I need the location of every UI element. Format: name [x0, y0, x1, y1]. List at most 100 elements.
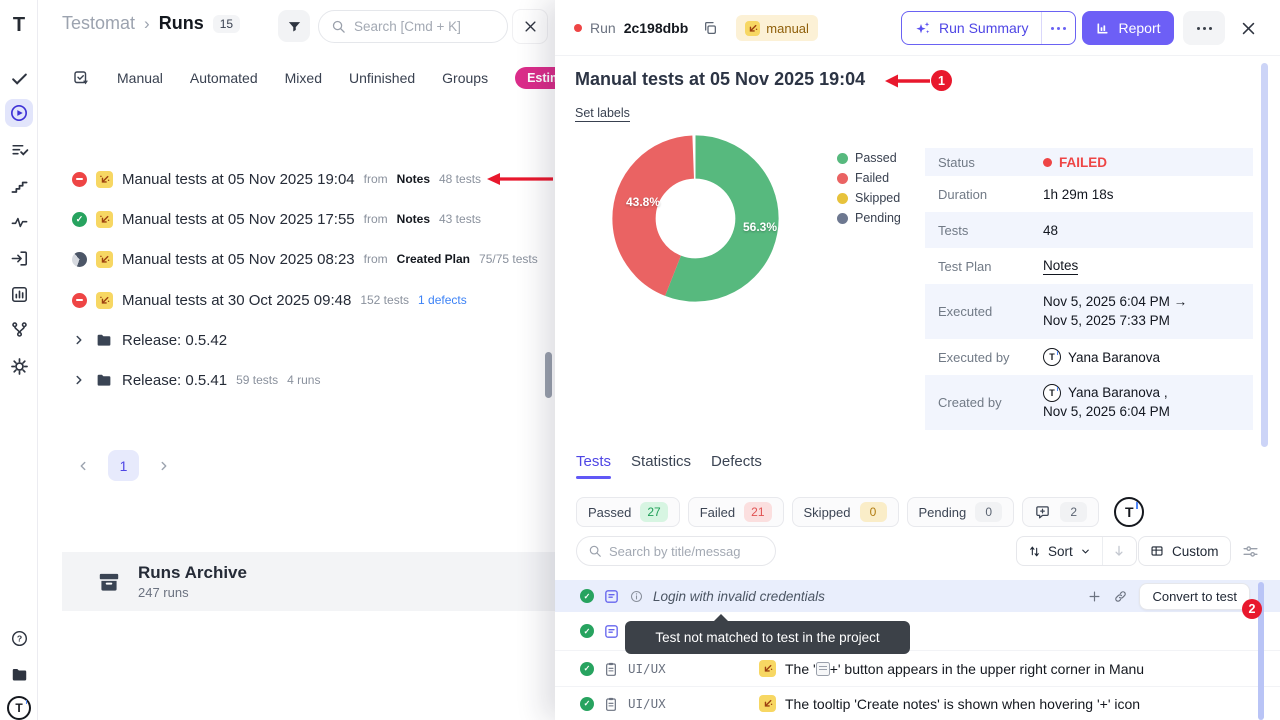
milestones-icon[interactable] — [5, 172, 33, 200]
tab-mixed[interactable]: Mixed — [285, 70, 322, 86]
app-logo[interactable]: T — [5, 11, 33, 39]
tab-automated[interactable]: Automated — [190, 70, 258, 86]
tests-search[interactable] — [576, 536, 776, 566]
analytics-icon[interactable] — [5, 280, 33, 308]
run-label-badge[interactable]: manual — [736, 15, 818, 41]
folder-title[interactable]: Release: 0.5.41 — [122, 372, 227, 389]
run-summary-button[interactable]: Run Summary — [901, 11, 1076, 45]
settings-icon[interactable] — [5, 352, 33, 380]
chevron-right-icon[interactable] — [72, 373, 86, 387]
run-label: Run — [590, 20, 616, 36]
run-title[interactable]: Manual tests at 05 Nov 2025 17:55 — [122, 211, 355, 228]
passed-check-icon: ✓ — [580, 624, 594, 638]
archive-count: 247 runs — [138, 585, 247, 600]
info-row-testplan: Test PlanNotes — [925, 248, 1253, 284]
test-row[interactable]: ✓ UI/UX The '+' button appears in the up… — [555, 650, 1280, 686]
note-icon — [603, 623, 620, 640]
select-runs-icon[interactable] — [72, 69, 90, 87]
breadcrumb-app[interactable]: Testomat — [62, 13, 135, 34]
checks-icon[interactable] — [5, 64, 33, 92]
docs-icon[interactable] — [5, 660, 33, 688]
test-plan-link[interactable]: Notes — [1043, 258, 1078, 275]
in-progress-status-icon — [72, 252, 87, 267]
test-tag: UI/UX — [628, 696, 704, 711]
tab-groups[interactable]: Groups — [442, 70, 488, 86]
copy-icon[interactable] — [702, 20, 718, 36]
annotation-badge-1: 1 — [931, 70, 952, 91]
report-button[interactable]: Report — [1082, 11, 1174, 45]
test-title[interactable]: Login with invalid credentials — [653, 589, 825, 604]
prev-page-button[interactable] — [76, 459, 90, 473]
page-number[interactable]: 1 — [108, 450, 139, 481]
chevron-right-icon[interactable] — [72, 333, 86, 347]
search-icon — [331, 19, 346, 34]
test-plans-icon[interactable] — [5, 136, 33, 164]
convert-to-test-button[interactable]: Convert to test — [1139, 583, 1250, 610]
passed-status-icon: ✓ — [72, 212, 87, 227]
filter-button[interactable] — [278, 10, 310, 42]
tab-statistics[interactable]: Statistics — [631, 453, 691, 479]
run-from-label: from — [364, 212, 388, 226]
pending-count: 0 — [975, 502, 1002, 522]
failed-status-icon — [72, 293, 87, 308]
run-defects-link[interactable]: 1 defects — [418, 293, 467, 307]
chart-legend: Passed Failed Skipped Pending — [837, 151, 901, 225]
test-title[interactable]: The '+' button appears in the upper righ… — [785, 661, 1144, 677]
display-settings-button[interactable] — [1235, 536, 1265, 566]
runs-search[interactable] — [318, 10, 508, 43]
tests-search-input[interactable] — [609, 544, 759, 559]
set-labels-link[interactable]: Set labels — [575, 106, 630, 122]
folder-icon — [95, 371, 113, 389]
run-status-dot — [574, 24, 582, 32]
chip-skipped[interactable]: Skipped0 — [792, 497, 899, 527]
activity-icon[interactable] — [5, 208, 33, 236]
custom-view-button[interactable]: Custom — [1138, 536, 1231, 566]
tab-tests[interactable]: Tests — [576, 453, 611, 479]
close-panel-button[interactable] — [1233, 13, 1263, 43]
assignee-avatar[interactable]: T — [1114, 497, 1144, 527]
info-icon[interactable] — [629, 589, 644, 604]
legend-passed: Passed — [837, 151, 901, 165]
chip-pending[interactable]: Pending0 — [907, 497, 1015, 527]
manual-run-icon — [759, 660, 776, 677]
close-icon — [523, 19, 538, 34]
close-search-button[interactable] — [512, 9, 548, 44]
passed-check-icon: ✓ — [580, 589, 594, 603]
failed-status-icon — [72, 172, 87, 187]
archive-title: Runs Archive — [138, 563, 247, 583]
branch-icon[interactable] — [5, 315, 33, 343]
sort-direction-button[interactable] — [1102, 537, 1136, 565]
more-actions-button[interactable] — [1183, 11, 1225, 45]
passed-check-icon: ✓ — [580, 697, 594, 711]
status-value: FAILED — [1059, 155, 1107, 170]
chip-comments[interactable]: 2 — [1022, 497, 1099, 527]
import-icon[interactable] — [5, 244, 33, 272]
tab-manual[interactable]: Manual — [117, 70, 163, 86]
account-avatar[interactable]: T — [5, 694, 33, 720]
pagination: 1 — [76, 450, 171, 481]
run-summary-menu-button[interactable] — [1041, 12, 1075, 44]
folder-title[interactable]: Release: 0.5.42 — [122, 332, 227, 349]
runs-icon[interactable] — [5, 99, 33, 127]
tab-unfinished[interactable]: Unfinished — [349, 70, 415, 86]
run-title[interactable]: Manual tests at 30 Oct 2025 09:48 — [122, 292, 351, 309]
tab-defects[interactable]: Defects — [711, 453, 762, 479]
runs-search-input[interactable] — [354, 19, 484, 34]
add-icon[interactable] — [1087, 589, 1102, 604]
run-title[interactable]: Manual tests at 05 Nov 2025 08:23 — [122, 251, 355, 268]
next-page-button[interactable] — [157, 459, 171, 473]
donut-passed-label: 56.3% — [732, 220, 788, 234]
test-row[interactable]: ✓ Login with invalid credentials Convert… — [555, 580, 1280, 612]
test-title[interactable]: The tooltip 'Create notes' is shown when… — [785, 696, 1140, 712]
left-panel-scrollbar[interactable] — [545, 352, 552, 398]
help-icon[interactable]: ? — [5, 624, 33, 652]
panel-scrollbar[interactable] — [1261, 63, 1268, 447]
run-title[interactable]: Manual tests at 05 Nov 2025 19:04 — [122, 171, 355, 188]
close-icon — [1240, 20, 1257, 37]
chip-passed[interactable]: Passed27 — [576, 497, 680, 527]
sort-button[interactable]: Sort — [1017, 537, 1102, 565]
chip-failed[interactable]: Failed21 — [688, 497, 784, 527]
clipboard-icon — [603, 661, 619, 677]
link-icon[interactable] — [1113, 589, 1128, 604]
test-row[interactable]: ✓ UI/UX The tooltip 'Create notes' is sh… — [555, 686, 1280, 720]
